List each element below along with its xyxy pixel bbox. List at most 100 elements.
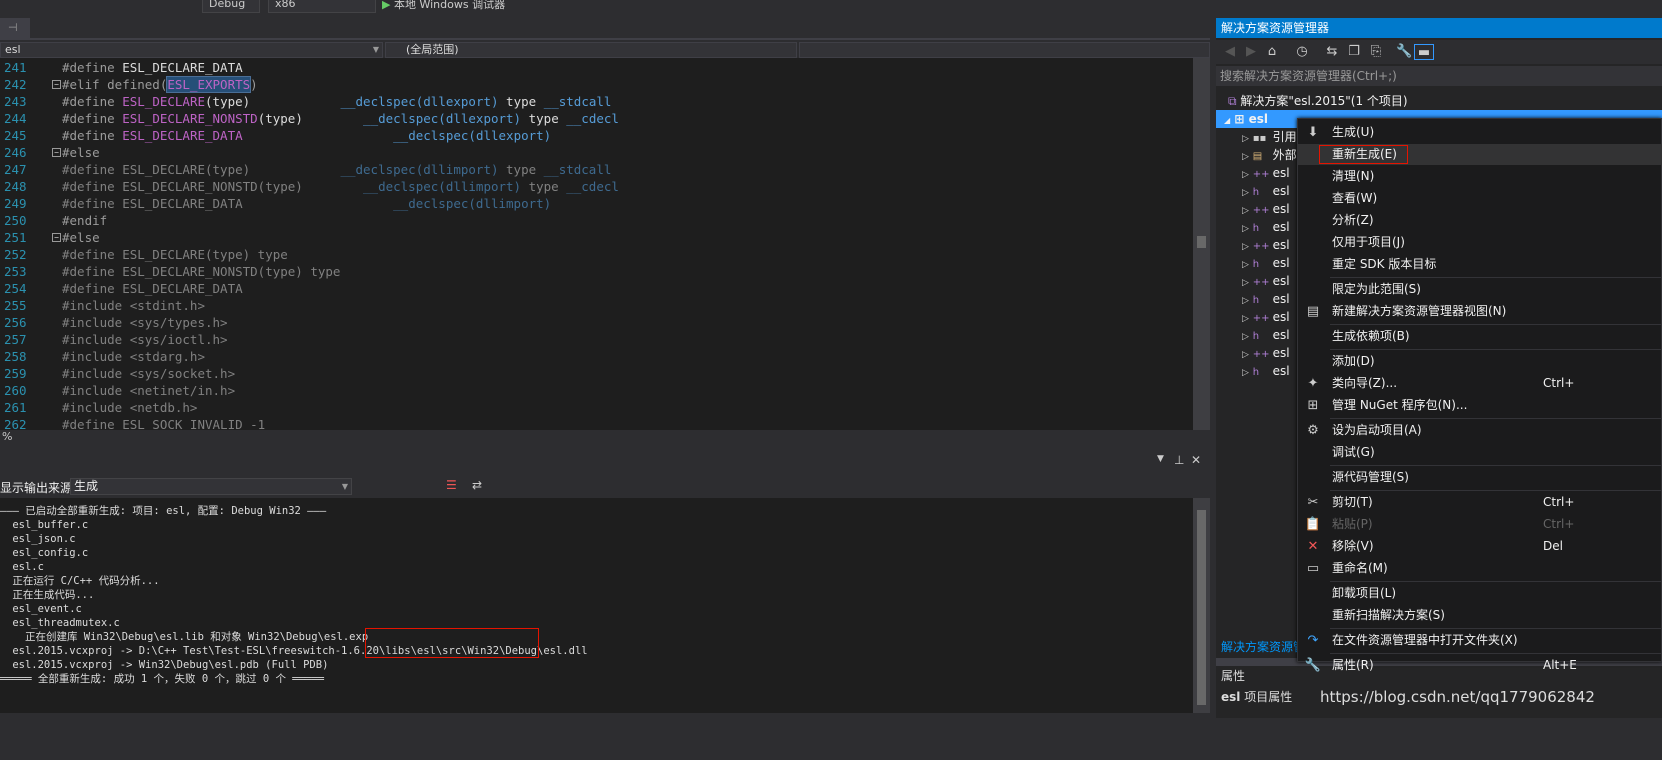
close-icon[interactable]: ✕ [1191,453,1201,467]
collapse-all-icon[interactable]: ❐ [1346,44,1362,60]
menu-item[interactable]: ▭ 重命名(M) [1298,558,1662,579]
code-text: #define ESL_DECLARE_NONSTD(type) type [62,263,340,280]
expand-icon[interactable]: ▷ [1242,350,1249,360]
platform-dropdown[interactable]: x86 [268,0,376,13]
menu-item[interactable]: ✂ 剪切(T) Ctrl+ [1298,492,1662,513]
expand-icon[interactable]: ▷ [1242,224,1249,234]
menu-item[interactable]: 📋 粘贴(P) Ctrl+ [1298,514,1662,535]
code-editor[interactable]: 241 #define ESL_DECLARE_DATA 242− #elif def… [0,58,1193,430]
zoom-level[interactable]: % [0,430,12,443]
menu-item[interactable]: 源代码管理(S) [1298,467,1662,488]
code-line[interactable]: 250 #endif [0,212,1190,229]
line-number: 258 [4,349,27,364]
expand-icon[interactable]: ▷ [1242,134,1249,144]
menu-item[interactable]: 限定为此范围(S) [1298,279,1662,300]
menu-item[interactable]: 分析(Z) [1298,210,1662,231]
solution-search-input[interactable]: 搜索解决方案资源管理器(Ctrl+;) [1216,66,1662,86]
code-line[interactable]: 244 #define ESL_DECLARE_NONSTD(type) __de… [0,110,1190,127]
menu-item[interactable]: 调试(G) [1298,442,1662,463]
expand-icon[interactable]: ▷ [1242,206,1249,216]
code-line[interactable]: 241 #define ESL_DECLARE_DATA [0,59,1190,76]
home-icon[interactable]: ⌂ [1264,44,1280,60]
code-line[interactable]: 242 − #elif defined(ESL_EXPORTS) [0,76,1190,93]
menu-item[interactable]: ✦ 类向导(Z)... Ctrl+ [1298,373,1662,394]
expand-icon[interactable]: ▷ [1242,314,1249,324]
code-line[interactable]: 247 #define ESL_DECLARE(type) __declspec(… [0,161,1190,178]
code-token: ESL_DECLARE [122,94,206,109]
menu-item[interactable]: 生成依赖项(B) [1298,326,1662,347]
scope-dropdown[interactable]: (全局范围) [385,42,797,58]
menu-item[interactable]: 查看(W) [1298,188,1662,209]
fold-toggle-icon[interactable]: − [52,233,61,242]
menu-item[interactable]: ▤ 新建解决方案资源管理器视图(N) [1298,301,1662,322]
code-line[interactable]: 258 #include <stdarg.h> [0,348,1190,365]
code-line[interactable]: 251 − #else [0,229,1190,246]
line-number: 260 [4,383,27,398]
menu-item[interactable]: ⚙ 设为启动项目(A) [1298,420,1662,441]
expand-icon[interactable]: ▷ [1242,368,1249,378]
code-line[interactable]: 261 #include <netdb.h> [0,399,1190,416]
code-line[interactable]: 246 − #else [0,144,1190,161]
code-line[interactable]: 248 #define ESL_DECLARE_NONSTD(type) __de… [0,178,1190,195]
menu-item[interactable]: ↷ 在文件资源管理器中打开文件夹(X) [1298,630,1662,651]
code-line[interactable]: 256 #include <sys/types.h> [0,314,1190,331]
back-icon[interactable]: ◀ [1222,44,1238,60]
menu-item[interactable]: 清理(N) [1298,166,1662,187]
menu-item[interactable]: 仅用于项目(J) [1298,232,1662,253]
forward-icon[interactable]: ▶ [1243,44,1259,60]
code-line[interactable]: 254 #define ESL_DECLARE_DATA [0,280,1190,297]
expand-icon[interactable]: ▷ [1242,296,1249,306]
code-line[interactable]: 249 #define ESL_DECLARE_DATA __declspec(d… [0,195,1190,212]
output-source-dropdown[interactable]: 生成 ▼ [70,478,352,495]
expand-icon[interactable]: ▷ [1242,332,1249,342]
code-line[interactable]: 253 #define ESL_DECLARE_NONSTD(type) type [0,263,1190,280]
project-dropdown[interactable]: esl ▼ [0,42,383,58]
output-scrollbar[interactable] [1193,498,1210,713]
dropdown-icon[interactable]: ▼ [1157,454,1164,464]
expand-icon[interactable]: ▷ [1242,152,1249,162]
code-line[interactable]: 245 #define ESL_DECLARE_DATA __declspec(d… [0,127,1190,144]
member-dropdown[interactable] [799,42,1210,58]
menu-item[interactable]: 重定 SDK 版本目标 [1298,254,1662,275]
code-line[interactable]: 260 #include <netinet/in.h> [0,382,1190,399]
run-debugger-button[interactable]: ▶ 本地 Windows 调试器 [382,0,505,12]
fold-toggle-icon[interactable]: − [52,80,61,89]
solution-node[interactable]: ⧉ 解决方案"esl.2015"(1 个项目) [1216,92,1662,110]
pin-icon[interactable]: ⊣ [8,21,18,34]
code-line[interactable]: 255 #include <stdint.h> [0,297,1190,314]
preview-icon[interactable]: ▬ [1414,44,1434,60]
show-all-files-icon[interactable]: ⎘ [1368,44,1384,60]
document-tab[interactable]: ⊣ ✕ [0,18,30,54]
menu-item[interactable]: ⬇ 生成(U) [1298,122,1662,143]
menu-item[interactable]: 重新扫描解决方案(S) [1298,605,1662,626]
config-dropdown[interactable]: Debug [202,0,260,13]
pending-changes-icon[interactable]: ◷ [1294,44,1310,60]
code-line[interactable]: 259 #include <sys/socket.h> [0,365,1190,382]
word-wrap-icon[interactable]: ⇄ [472,478,482,492]
line-number: 261 [4,400,27,415]
menu-item[interactable]: 🔧 属性(R) Alt+E [1298,655,1662,676]
wrench-icon[interactable]: 🔧 [1396,44,1412,60]
expand-icon[interactable]: ▷ [1242,170,1249,180]
editor-scrollbar[interactable] [1193,58,1210,430]
sync-icon[interactable]: ⇆ [1324,44,1340,60]
code-line[interactable]: 252 #define ESL_DECLARE(type) type [0,246,1190,263]
code-line[interactable]: 257 #include <sys/ioctl.h> [0,331,1190,348]
code-line[interactable]: 262 #define ESL_SOCK_INVALID -1 [0,416,1190,430]
menu-item[interactable]: 卸载项目(L) [1298,583,1662,604]
menu-item[interactable]: ✕ 移除(V) Del [1298,536,1662,557]
expand-icon[interactable]: ▷ [1242,260,1249,270]
menu-item[interactable]: ⊞ 管理 NuGet 程序包(N)... [1298,395,1662,416]
code-line[interactable]: 243 #define ESL_DECLARE(type) __declspec(… [0,93,1190,110]
chevron-down-icon: ▼ [372,45,379,54]
pin-icon[interactable]: ⊥ [1174,453,1184,467]
menu-item[interactable]: 添加(D) [1298,351,1662,372]
clear-all-icon[interactable]: ☰ [446,478,457,492]
solution-explorer-tab[interactable]: 解决方案资源管 [1221,638,1305,655]
expand-icon[interactable]: ▷ [1242,278,1249,288]
expand-icon[interactable]: ▷ [1242,188,1249,198]
output-text[interactable]: ——— 已启动全部重新生成: 项目: esl, 配置: Debug Win32 … [0,498,1193,713]
fold-toggle-icon[interactable]: − [52,148,61,157]
expand-icon[interactable]: ▷ [1242,242,1249,252]
code-token: #define ESL_DECLARE_DATA [62,281,243,296]
